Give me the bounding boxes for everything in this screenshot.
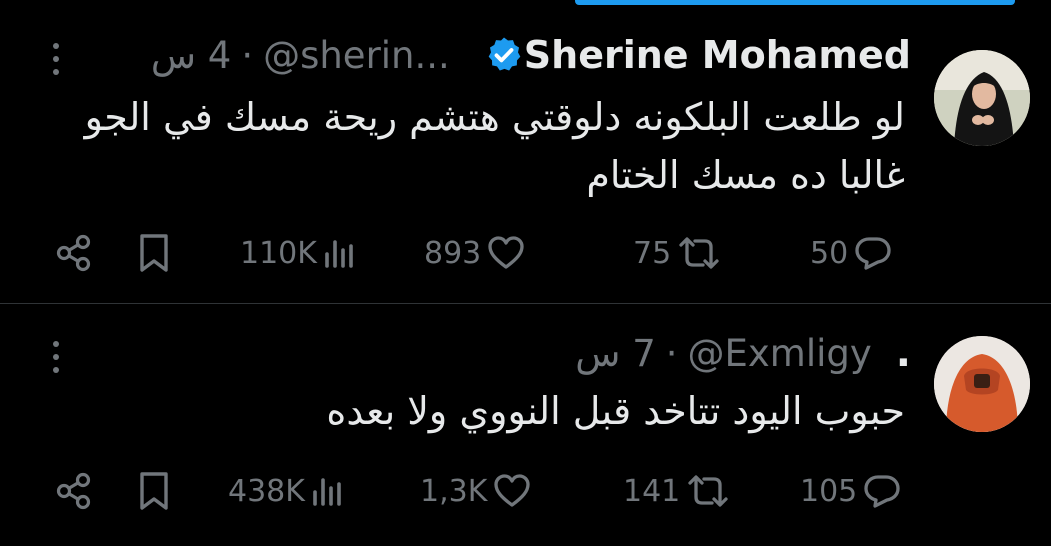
share-button[interactable] [54, 471, 94, 511]
tweet-timestamp[interactable]: 7 س [575, 332, 655, 375]
tweet-text-line: غالبا ده مسك الختام [586, 153, 905, 197]
tweet-text-line: حبوب اليود تتاخد قبل النووي ولا بعده [326, 389, 905, 433]
likes-count: 893 [424, 235, 482, 271]
views-count: 110K [240, 235, 317, 271]
reply-bubble-icon [855, 237, 891, 270]
reply-bubble-icon [864, 475, 900, 508]
author-handle[interactable]: @Exmligy [688, 332, 872, 375]
tweet-actions: 438K 1,3K 141 105 [50, 466, 905, 516]
bookmark-button[interactable] [136, 471, 172, 511]
heart-icon [494, 474, 531, 507]
share-icon [56, 472, 91, 510]
reply-button[interactable]: 50 [810, 235, 892, 271]
repost-icon [688, 475, 728, 507]
tweet[interactable]: . @Exmligy · 7 س حبوب اليود تتاخد قبل ال… [0, 304, 1051, 546]
reply-button[interactable]: 105 [800, 473, 901, 509]
views-button[interactable]: 110K [240, 236, 357, 271]
tweet-actions: 110K 893 75 50 [50, 228, 905, 278]
heart-icon [488, 236, 524, 269]
views-bar-chart-icon [313, 478, 341, 506]
like-button[interactable]: 1,3K [420, 473, 531, 509]
likes-count: 1,3K [420, 473, 488, 509]
tweet-text-line: لو طلعت البلكونه دلوقتي هتشم ريحة مسك في… [84, 95, 905, 139]
verified-badge-icon [488, 37, 521, 71]
repost-icon [679, 237, 719, 269]
tweet-timestamp[interactable]: 4 س [151, 34, 231, 77]
replies-count: 50 [810, 235, 849, 271]
views-button[interactable]: 438K [228, 474, 345, 509]
tweet-text: حبوب اليود تتاخد قبل النووي ولا بعده [65, 382, 905, 440]
header-separator: · [665, 331, 678, 375]
bookmark-icon [140, 234, 168, 272]
tweet-header: . @Exmligy · 7 س [575, 328, 911, 378]
tweet-text: لو طلعت البلكونه دلوقتي هتشم ريحة مسك في… [65, 88, 905, 204]
author-name[interactable]: Sherine Mohamed [524, 33, 911, 77]
author-handle[interactable]: @sherin... [263, 34, 450, 77]
header-separator: · [241, 33, 254, 77]
tweet-header: Sherine Mohamed @sherin... · 4 س [151, 30, 911, 80]
views-bar-chart-icon [325, 240, 353, 268]
bookmark-icon [140, 472, 168, 510]
views-count: 438K [228, 473, 305, 509]
share-icon [56, 234, 91, 272]
bookmark-button[interactable] [136, 233, 172, 273]
author-name[interactable]: . [896, 330, 911, 376]
avatar[interactable] [934, 336, 1030, 432]
repost-button[interactable]: 141 [623, 473, 730, 509]
replies-count: 105 [800, 473, 858, 509]
reposts-count: 75 [633, 235, 672, 271]
more-options-icon[interactable] [48, 341, 64, 373]
share-button[interactable] [54, 233, 94, 273]
repost-button[interactable]: 75 [633, 235, 721, 271]
reposts-count: 141 [623, 473, 681, 509]
like-button[interactable]: 893 [424, 235, 525, 271]
tweet[interactable]: Sherine Mohamed @sherin... · 4 س لو طلعت… [0, 0, 1051, 304]
more-options-icon[interactable] [48, 43, 64, 75]
avatar[interactable] [934, 50, 1030, 146]
